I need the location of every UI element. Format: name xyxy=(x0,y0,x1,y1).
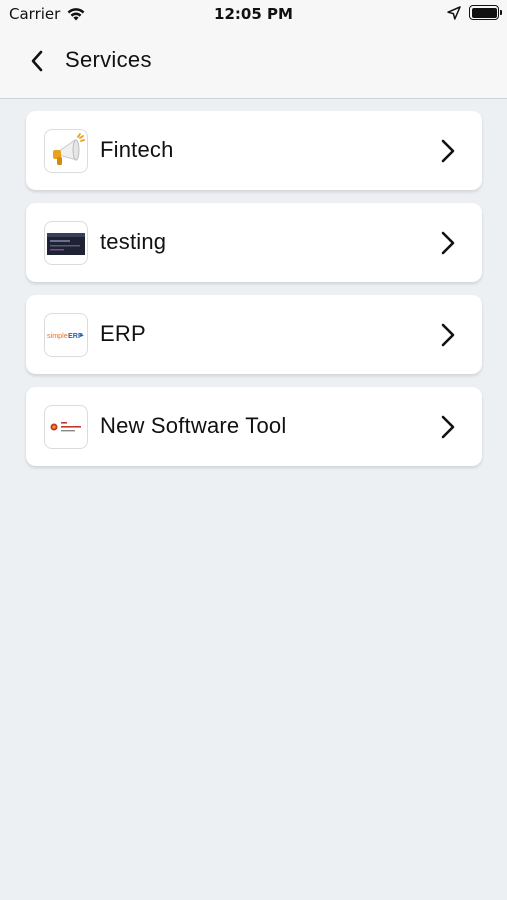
service-label: New Software Tool xyxy=(100,413,287,438)
chevron-left-icon xyxy=(31,50,43,72)
dark-screenshot-image xyxy=(44,221,88,265)
simpleerp-logo: simple ERP xyxy=(44,313,88,357)
status-bar: Carrier 12:05 PM xyxy=(0,0,507,28)
chevron-right-icon xyxy=(441,415,455,439)
services-list: Fintech testing simple ERP ERP New Softw… xyxy=(26,111,482,479)
service-label: testing xyxy=(100,229,167,254)
navigation-bar: Services xyxy=(0,28,507,99)
chevron-right-icon xyxy=(441,139,455,163)
location-arrow-icon xyxy=(447,5,461,20)
service-item-testing[interactable]: testing xyxy=(26,203,482,282)
back-button[interactable] xyxy=(24,48,50,74)
software-tool-logo xyxy=(44,405,88,449)
status-right xyxy=(447,5,502,20)
service-item-fintech[interactable]: Fintech xyxy=(26,111,482,190)
service-label: ERP xyxy=(100,321,146,346)
chevron-right-icon xyxy=(441,231,455,255)
service-label: Fintech xyxy=(100,137,174,162)
megaphone-image xyxy=(44,129,88,173)
battery-icon xyxy=(469,5,502,20)
status-time: 12:05 PM xyxy=(214,5,293,23)
chevron-right-icon xyxy=(441,323,455,347)
service-item-erp[interactable]: simple ERP ERP xyxy=(26,295,482,374)
page-title: Services xyxy=(65,47,152,72)
erp-logo-text: simple xyxy=(47,331,68,340)
service-item-new-software-tool[interactable]: New Software Tool xyxy=(26,387,482,466)
